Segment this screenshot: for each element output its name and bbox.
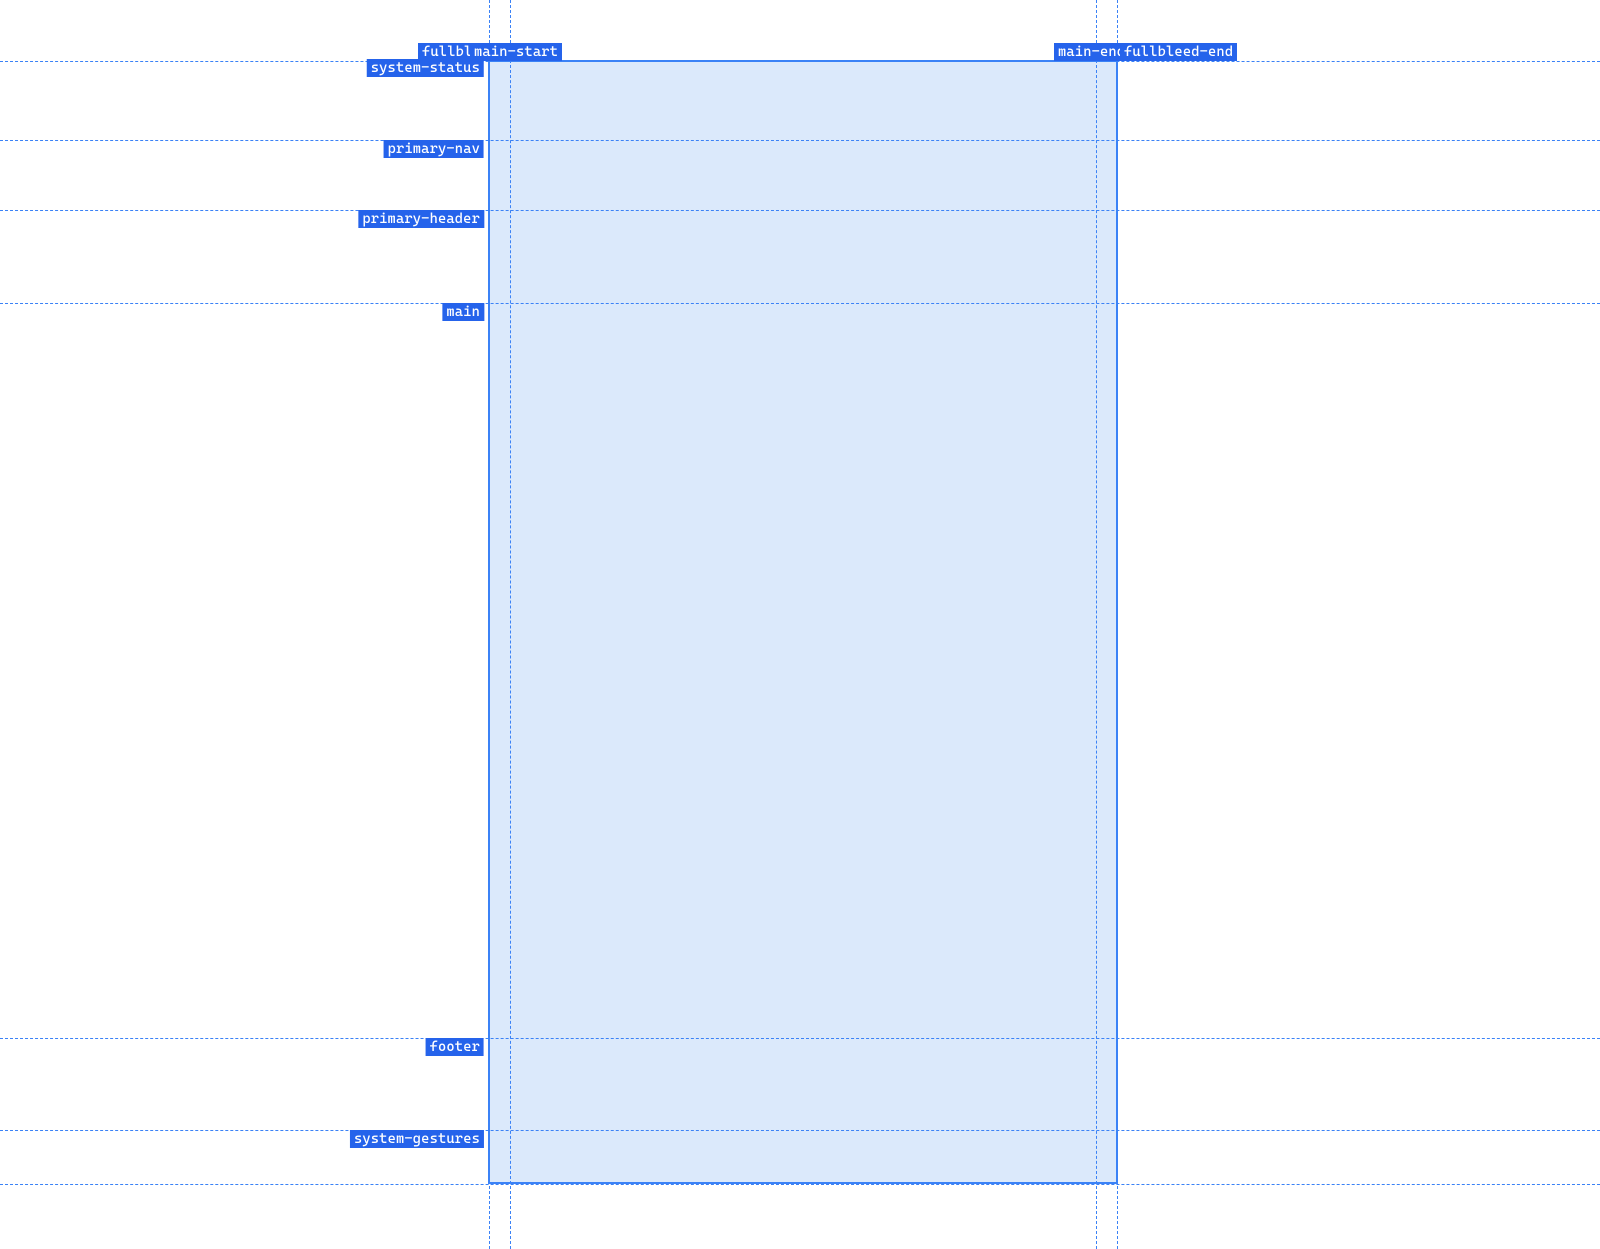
row-label-footer: footer: [426, 1038, 484, 1056]
row-label-system-status: system-status: [367, 59, 484, 77]
row-guide-footer: [0, 1038, 1600, 1039]
col-guide-fullbleed-end: [1117, 0, 1118, 1249]
row-guide-primary-nav: [0, 140, 1600, 141]
row-guide-system-gestures: [0, 1130, 1600, 1131]
app-frame: [488, 60, 1118, 1184]
row-guide-main: [0, 303, 1600, 304]
row-label-system-gestures: system-gestures: [350, 1130, 484, 1148]
row-label-main: main: [442, 303, 484, 321]
col-label-main-end: main-end: [1054, 43, 1129, 61]
col-guide-fullbleed-start: [489, 0, 490, 1249]
col-label-fullbleed-end: fullbleed-end: [1120, 43, 1237, 61]
row-label-primary-nav: primary-nav: [384, 140, 484, 158]
layout-grid-diagram: fullbleed-start main-start main-end full…: [0, 0, 1600, 1249]
row-guide-system-status: [0, 61, 1600, 62]
row-guide-primary-header: [0, 210, 1600, 211]
col-guide-main-end: [1096, 0, 1097, 1249]
row-guide-bottom: [0, 1184, 1600, 1185]
col-guide-main-start: [510, 0, 511, 1249]
row-label-primary-header: primary-header: [358, 210, 484, 228]
